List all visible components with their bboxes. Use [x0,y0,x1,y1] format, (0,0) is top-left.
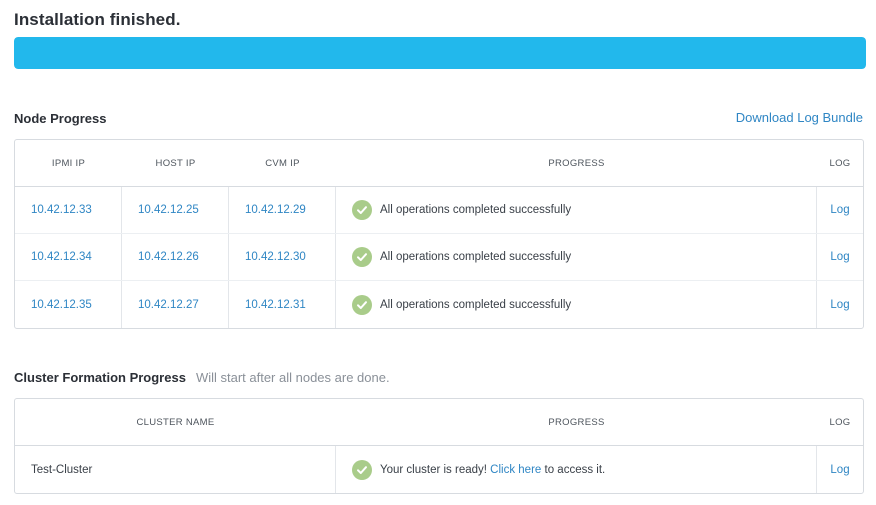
cluster-access-link[interactable]: Click here [490,464,541,476]
header-cvm-ip: CVM IP [265,157,300,169]
node-status-text: All operations completed successfully [380,251,572,263]
header-cluster-name: CLUSTER NAME [136,416,215,428]
installation-progress-bar [14,37,866,69]
installation-progress-fill [14,37,866,69]
node-table-header: IPMI IP HOST IP CVM IP PROGRESS LOG [15,140,863,187]
host-ip-link[interactable]: 10.42.12.25 [138,204,199,216]
host-ip-link[interactable]: 10.42.12.27 [138,299,199,311]
header-log: LOG [829,157,851,169]
cluster-formation-title: Cluster Formation Progress Will start aft… [14,370,390,385]
header-ipmi-ip: IPMI IP [51,157,86,169]
cluster-progress-table: CLUSTER NAME PROGRESS LOG Test-Cluster Y… [14,398,864,494]
cluster-formation-subtitle: Will start after all nodes are done. [195,370,390,385]
check-circle-icon [352,459,372,480]
node-status-text: All operations completed successfully [380,298,572,311]
log-link[interactable]: Log [830,204,849,216]
node-progress-title: Node Progress [14,111,107,126]
ipmi-ip-link[interactable]: 10.42.12.33 [31,204,92,216]
host-ip-link[interactable]: 10.42.12.26 [138,251,199,263]
table-row: 10.42.12.34 10.42.12.26 10.42.12.30 All … [15,234,863,281]
cluster-status-text: Your cluster is ready! Click here to acc… [380,464,605,476]
header-progress: PROGRESS [548,416,605,428]
check-circle-icon [352,294,372,315]
table-row: 10.42.12.35 10.42.12.27 10.42.12.31 All … [15,281,863,328]
cluster-formation-heading: Cluster Formation Progress [14,370,186,385]
log-link[interactable]: Log [830,299,849,311]
cluster-access-suffix: to access it. [544,463,606,476]
check-circle-icon [352,200,372,220]
node-status-text: All operations completed successfully [380,204,572,216]
table-row: Test-Cluster Your cluster is ready! Clic… [15,446,863,493]
header-progress: PROGRESS [548,157,605,169]
download-log-bundle-link[interactable]: Download Log Bundle [736,110,863,125]
header-log: LOG [829,416,851,428]
ipmi-ip-link[interactable]: 10.42.12.35 [31,299,92,311]
cvm-ip-link[interactable]: 10.42.12.31 [245,299,306,311]
log-link[interactable]: Log [830,251,849,263]
cvm-ip-link[interactable]: 10.42.12.30 [245,251,306,263]
cluster-ready-text: Your cluster is ready! [380,463,487,476]
header-host-ip: HOST IP [155,157,196,169]
page-title: Installation finished. [14,10,181,29]
cluster-name: Test-Cluster [31,463,93,476]
log-link[interactable]: Log [830,464,849,476]
cluster-table-header: CLUSTER NAME PROGRESS LOG [15,399,863,446]
check-circle-icon [352,247,372,267]
table-row: 10.42.12.33 10.42.12.25 10.42.12.29 All … [15,187,863,234]
node-progress-table: IPMI IP HOST IP CVM IP PROGRESS LOG 10.4… [14,139,864,329]
cvm-ip-link[interactable]: 10.42.12.29 [245,204,306,216]
ipmi-ip-link[interactable]: 10.42.12.34 [31,251,92,263]
